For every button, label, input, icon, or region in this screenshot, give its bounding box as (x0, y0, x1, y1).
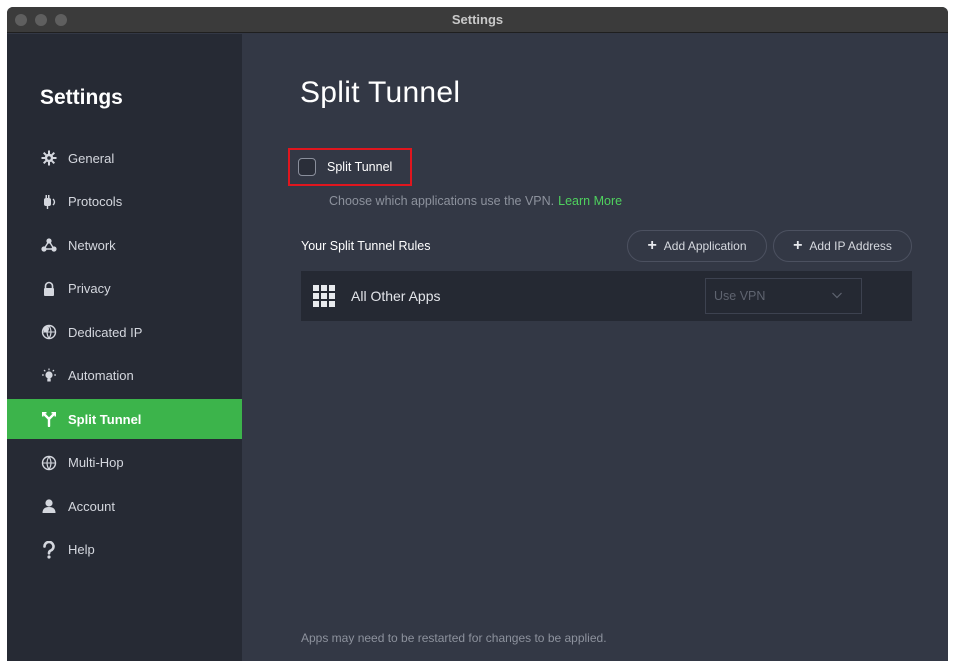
close-window-button[interactable] (15, 14, 27, 26)
page-title: Split Tunnel (300, 76, 461, 109)
sidebar-item-label: Split Tunnel (68, 411, 142, 427)
gear-icon (40, 149, 58, 167)
sidebar-item-label: Multi-Hop (68, 455, 124, 470)
sidebar-item-help[interactable]: Help (7, 530, 242, 570)
sidebar-item-dedicated-ip[interactable]: Dedicated IP (7, 312, 242, 352)
chevron-down-icon (831, 289, 843, 304)
learn-more-link[interactable]: Learn More (558, 194, 622, 208)
question-icon (40, 540, 58, 559)
settings-window: Settings Settings General Protocols Netw… (7, 7, 948, 661)
split-tunnel-checkbox[interactable] (298, 158, 316, 176)
split-tunnel-toggle[interactable]: Split Tunnel (288, 148, 412, 186)
add-application-label: Add Application (663, 239, 747, 253)
user-icon (40, 497, 58, 515)
sidebar-nav: General Protocols Network Privacy Dedica… (7, 138, 242, 573)
split-tunnel-icon (40, 410, 58, 428)
sidebar-item-label: Protocols (68, 194, 123, 209)
dedicated-ip-icon (40, 323, 58, 341)
network-icon (40, 236, 58, 254)
add-ip-address-button[interactable]: + Add IP Address (773, 230, 912, 262)
sidebar-title: Settings (40, 86, 123, 109)
rules-header: Your Split Tunnel Rules (301, 239, 431, 253)
globe-icon (40, 454, 58, 472)
window-controls (15, 14, 67, 26)
apps-grid-icon (313, 285, 335, 307)
lock-icon (40, 280, 58, 298)
split-tunnel-toggle-label: Split Tunnel (327, 160, 393, 174)
sidebar-item-label: Automation (68, 368, 134, 383)
rule-app-name: All Other Apps (351, 288, 441, 304)
split-tunnel-description: Choose which applications use the VPN. Le… (329, 194, 622, 208)
sidebar-item-general[interactable]: General (7, 138, 242, 178)
sidebar-item-network[interactable]: Network (7, 225, 242, 265)
description-text: Choose which applications use the VPN. (329, 194, 555, 208)
add-application-button[interactable]: + Add Application (627, 230, 767, 262)
sidebar-item-protocols[interactable]: Protocols (7, 182, 242, 222)
plus-icon: + (793, 237, 803, 254)
window-title: Settings (451, 12, 504, 27)
sidebar-item-label: Dedicated IP (68, 324, 143, 340)
minimize-window-button[interactable] (35, 14, 47, 26)
sidebar-item-account[interactable]: Account (7, 486, 242, 526)
add-ip-address-label: Add IP Address (809, 239, 892, 253)
sidebar-item-label: Network (68, 237, 116, 253)
lightbulb-icon (40, 367, 58, 385)
title-bar: Settings (7, 7, 948, 33)
plus-icon: + (647, 237, 657, 254)
sidebar-item-label: Privacy (68, 281, 111, 296)
sidebar-item-label: General (68, 150, 115, 166)
sidebar-item-automation[interactable]: Automation (7, 356, 242, 396)
sidebar-item-privacy[interactable]: Privacy (7, 269, 242, 309)
protocols-icon (40, 193, 58, 211)
sidebar-item-label: Help (68, 542, 95, 557)
rule-vpn-select[interactable]: Use VPN (705, 278, 862, 314)
sidebar-item-multi-hop[interactable]: Multi-Hop (7, 443, 242, 483)
table-row: All Other Apps Use VPN (301, 271, 912, 321)
sidebar-item-split-tunnel[interactable]: Split Tunnel (7, 399, 242, 439)
sidebar-item-label: Account (68, 498, 115, 514)
rule-vpn-select-value: Use VPN (714, 289, 766, 303)
footer-note: Apps may need to be restarted for change… (301, 631, 607, 645)
sidebar: Settings General Protocols Network Priva… (7, 34, 242, 661)
zoom-window-button[interactable] (55, 14, 67, 26)
main-content: Split Tunnel Split Tunnel Choose which a… (242, 34, 948, 661)
